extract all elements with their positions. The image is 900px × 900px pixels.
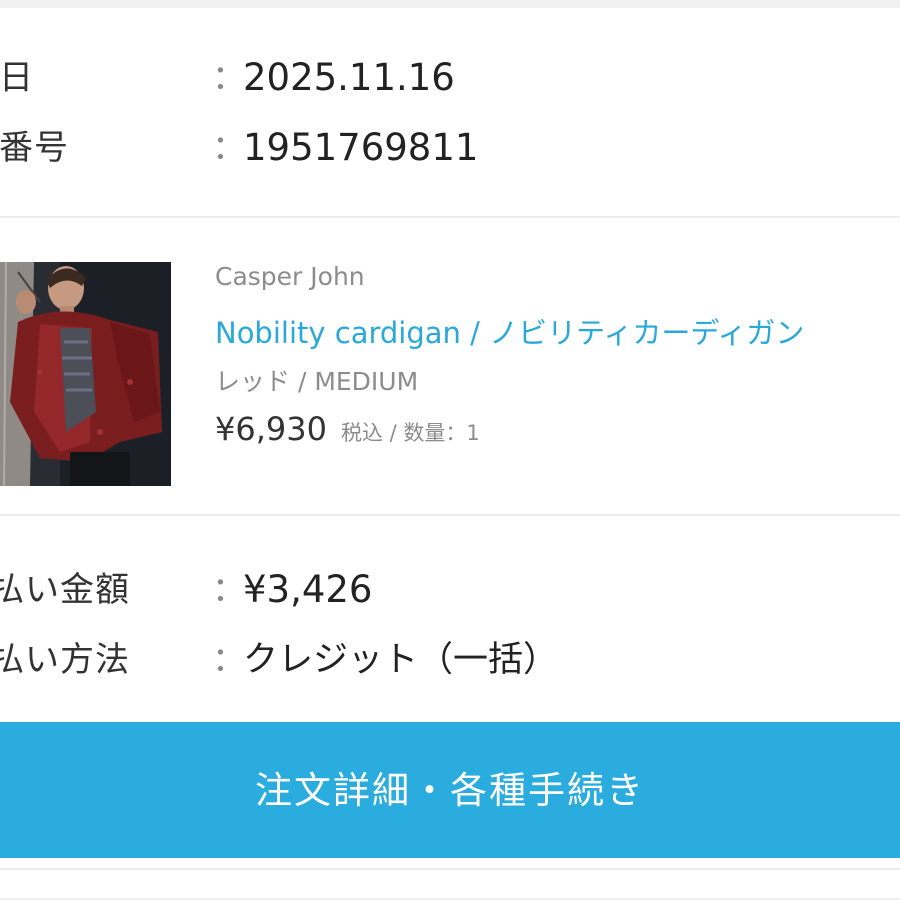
product-photo-illustration <box>0 262 171 486</box>
product-variant: レッド / MEDIUM <box>215 367 419 396</box>
product-price: ¥6,930 <box>215 410 327 448</box>
payment-amount-label: 払い金額 <box>0 570 130 610</box>
payment-method-row: 払い方法 ： クレジット（一括） <box>0 630 900 690</box>
price-line: ¥6,930 税込 / 数量：1 <box>215 410 480 448</box>
order-details-button[interactable]: 注文詳細・各種手続き <box>0 722 900 858</box>
order-date-value: 2025.11.16 <box>243 56 455 99</box>
bottom-divider <box>0 868 900 870</box>
product-brand: Casper John <box>215 262 365 291</box>
payment-amount-row: 払い金額 ： ¥3,426 <box>0 560 900 620</box>
payment-method-label: 払い方法 <box>0 640 130 680</box>
product-thumbnail[interactable] <box>0 262 171 486</box>
order-card: 文日 ： 2025.11.16 文番号 ： 1951769811 <box>0 8 900 898</box>
order-date-row: 文日 ： 2025.11.16 <box>0 48 900 108</box>
payment-method-value: クレジット（一括） <box>243 640 559 680</box>
product-section: Casper John Nobility cardigan / ノビリティカーデ… <box>0 218 900 516</box>
order-number-value: 1951769811 <box>243 126 479 169</box>
order-info-section: 文日 ： 2025.11.16 文番号 ： 1951769811 <box>0 8 900 218</box>
order-number-colon: ： <box>212 128 246 168</box>
order-number-label: 文番号 <box>0 128 69 168</box>
payment-amount-colon: ： <box>212 570 246 610</box>
order-number-row: 文番号 ： 1951769811 <box>0 118 900 178</box>
payment-method-colon: ： <box>212 640 246 680</box>
order-date-label: 文日 <box>0 58 34 98</box>
payment-amount-value: ¥3,426 <box>243 568 373 611</box>
price-tax-quantity: 税込 / 数量：1 <box>340 421 480 445</box>
order-date-colon: ： <box>212 58 246 98</box>
payment-section: 払い金額 ： ¥3,426 払い方法 ： クレジット（一括） <box>0 516 900 722</box>
product-name-link[interactable]: Nobility cardigan / ノビリティカーディガン <box>215 310 804 352</box>
